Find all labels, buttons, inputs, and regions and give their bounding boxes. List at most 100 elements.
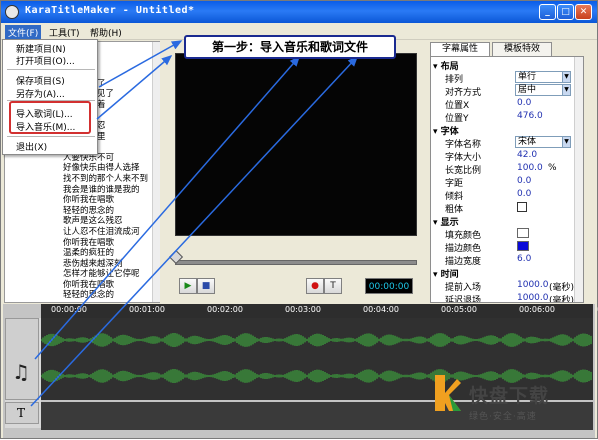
lead-in-unit: (毫秒) [549,283,575,293]
music-note-icon: ♫ [12,360,30,384]
file-menu-dropdown: 新建项目(N) 打开项目(O)... 保存项目(S) 另存为(A)... 导入歌… [2,39,98,155]
lyrics-scrollbar[interactable] [152,42,160,302]
prop-aspect-label: 长宽比例 [445,166,482,176]
italic-value[interactable]: 0.0 [517,189,531,199]
text-track-header[interactable]: T [5,402,39,424]
lyric-line[interactable]: 轻轻的思念的 [63,290,151,301]
section-time[interactable]: ▾ 时间 [433,267,459,280]
timecode-display: 00:00:00 [365,278,413,294]
menu-help[interactable]: 帮助(H) [87,25,125,40]
lyric-line[interactable]: 你听我在唱歌 [63,195,151,206]
app-window: KaraTitleMaker - Untitled* _ □ ✕ 文件(F) 工… [0,0,598,439]
align-value: 居中 [518,85,537,95]
ruler-tick-label: 00:03:00 [285,305,321,314]
seek-bar[interactable] [175,260,417,265]
prop-align-label: 对齐方式 [445,88,482,98]
prop-pos-y-label: 位置Y [445,114,469,124]
section-layout[interactable]: ▾ 布局 [433,59,459,72]
stop-button[interactable]: ■ [197,278,215,294]
prop-font-name-label: 字体名称 [445,140,482,150]
aspect-unit: % [548,163,557,173]
lyric-line[interactable]: 悲伤越来越深刻 [63,259,151,270]
font-name-value: 宋体 [518,137,537,147]
menu-save-project[interactable]: 保存项目(S) [16,74,65,87]
close-button[interactable]: ✕ [575,4,592,20]
ruler-tick-label: 00:00:00 [51,305,87,314]
font-size-value[interactable]: 42.0 [517,150,537,160]
section-layout-label: 布局 [440,62,459,72]
import-highlight-box [9,101,91,134]
chevron-down-icon: ▼ [562,137,570,147]
prop-stroke-label: 描边颜色 [445,244,482,254]
align-select[interactable]: 居中 ▼ [515,84,571,96]
window-title: KaraTitleMaker - Untitled* [25,5,195,16]
ruler-tick-label: 00:05:00 [441,305,477,314]
properties-scrollbar[interactable] [574,57,583,302]
prop-font-size-label: 字体大小 [445,153,482,163]
prop-bold-label: 粗体 [445,205,464,215]
menu-file[interactable]: 文件(F) [5,25,42,40]
play-button[interactable]: ▶ [179,278,197,294]
aspect-value[interactable]: 100.0 [517,163,543,173]
prop-lead-out-label: 延迟退场 [445,296,482,303]
minimize-button[interactable]: _ [539,4,556,20]
section-display[interactable]: ▾ 显示 [433,215,459,228]
pos-x-value[interactable]: 0.0 [517,98,531,108]
stroke-color-swatch[interactable] [517,241,529,251]
lyric-line[interactable]: 轻轻的思念的 [63,206,151,217]
lyric-line[interactable]: 好像快乐由得人选择 [63,163,151,174]
section-display-label: 显示 [440,218,459,228]
menu-save-as[interactable]: 另存为(A)... [16,87,65,100]
lyric-line[interactable]: 找不到的那个人来不到 [63,174,151,185]
tab-template-effects[interactable]: 模板特效 [492,42,552,56]
watermark-slogan: 绿色·安全·高速 [469,412,537,422]
track-headers: ♫ T [5,318,41,428]
pos-y-value[interactable]: 476.0 [517,111,543,121]
section-font[interactable]: ▾ 字体 [433,124,459,137]
prop-arrange-label: 排列 [445,75,464,85]
lyric-line[interactable]: 让人忍不住泪流成河 [63,227,151,238]
svg-text:♫: ♫ [12,360,30,384]
waveform-channel [40,333,592,347]
section-time-label: 时间 [440,270,459,280]
menu-open-project[interactable]: 打开项目(O)... [16,54,75,67]
spacing-value[interactable]: 0.0 [517,176,531,186]
music-track-header[interactable]: ♫ [5,318,39,400]
lyric-line[interactable]: 歌声是这么残忍 [63,216,151,227]
app-icon [5,5,19,19]
text-track-icon: T [17,406,26,420]
lead-out-value[interactable]: 1000.0 [517,293,549,302]
watermark-brand: 快盘下载 [469,385,550,407]
lyric-line[interactable]: 我会是谁的谁是我的 [63,185,151,196]
video-preview [175,53,417,236]
maximize-button[interactable]: □ [557,4,574,20]
bold-checkbox[interactable] [517,202,527,212]
lyric-line[interactable]: 你听我在唱歌 [63,280,151,291]
lyric-line[interactable]: 温柔的疯狂的 [63,248,151,259]
properties-panel: 字幕属性 模板特效 ▾ 布局 排列 单行 ▼ 对齐方式 居中 ▼ 位置X 0.0 位… [428,41,586,303]
lead-in-value[interactable]: 1000.0 [517,280,549,290]
title-bar: KaraTitleMaker - Untitled* _ □ ✕ [1,1,597,23]
font-name-select[interactable]: 宋体 ▼ [515,136,571,148]
record-button[interactable]: ● [306,278,324,294]
chevron-down-icon: ▼ [562,72,570,82]
stroke-width-value[interactable]: 6.0 [517,254,531,264]
fill-color-swatch[interactable] [517,228,529,238]
tutorial-callout: 第一步：导入音乐和歌词文件 [184,35,396,59]
text-button[interactable]: T [324,278,342,294]
prop-fill-label: 填充颜色 [445,231,482,241]
ruler-tick-label: 00:06:00 [519,305,555,314]
lead-out-unit: (毫秒) [549,296,575,303]
properties-tabs: 字幕属性 模板特效 [430,41,584,56]
arrange-select[interactable]: 单行 ▼ [515,71,571,83]
section-font-label: 字体 [440,127,459,137]
menu-exit[interactable]: 退出(X) [16,140,47,153]
time-ruler[interactable]: 00:00:00 00:01:00 00:02:00 00:03:00 00:04:00… [41,304,598,318]
prop-italic-label: 倾斜 [445,192,464,202]
prop-stroke-width-label: 描边宽度 [445,257,482,267]
lyric-line[interactable]: 怎样才能够让它停呢 [63,269,151,280]
chevron-down-icon: ▼ [562,85,570,95]
menu-tools[interactable]: 工具(T) [46,25,83,40]
lyric-line[interactable]: 你听我在唱歌 [63,238,151,249]
tab-subtitle-properties[interactable]: 字幕属性 [430,42,490,56]
